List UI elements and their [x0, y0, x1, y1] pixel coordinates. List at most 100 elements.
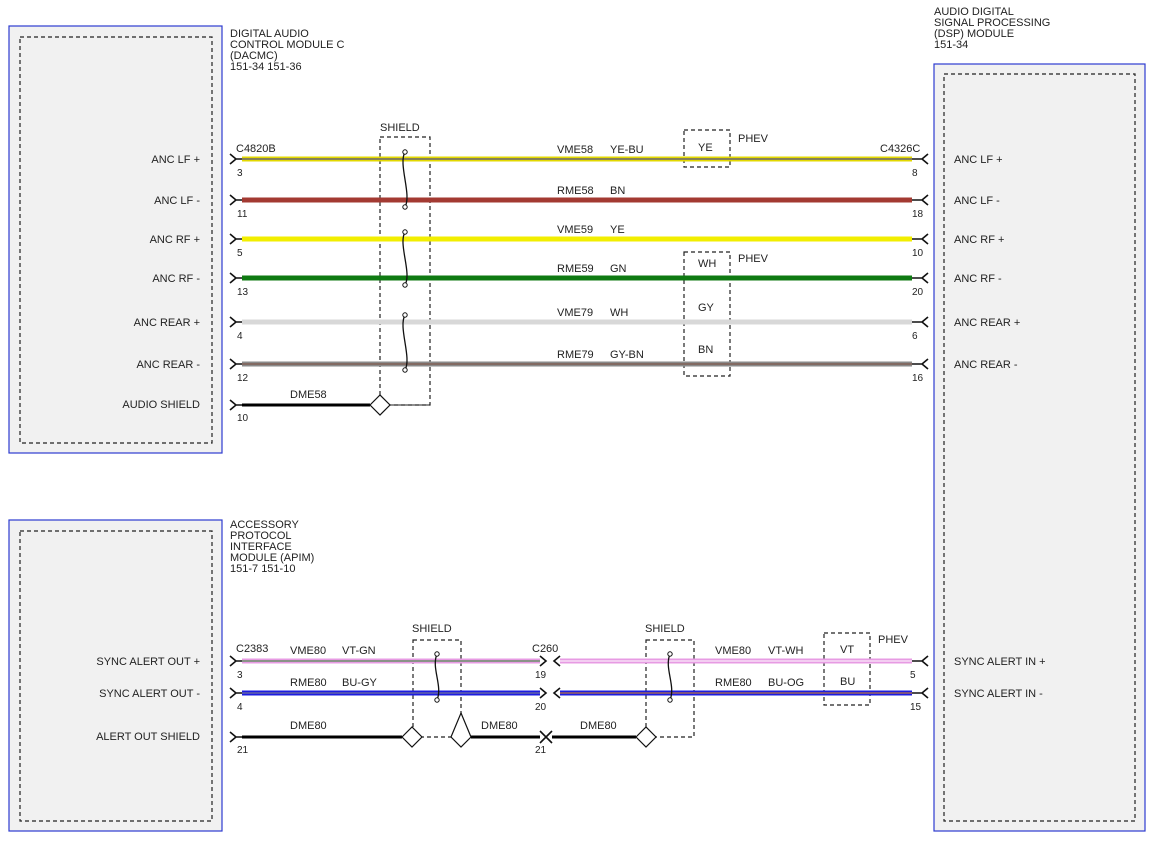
sync-wire-row: SYNC ALERT OUT - RME80 BU-GY RME80 BU-OG 4 20 1…	[99, 676, 1043, 713]
left-pin-label: SYNC ALERT OUT +	[96, 656, 200, 668]
alert-shield-diamond-1	[401, 726, 423, 748]
right-connector-arrow	[912, 316, 929, 328]
right-pin-number: 15	[910, 702, 922, 713]
wiring-diagram: DIGITAL AUDIO CONTROL MODULE C (DACMC) 1…	[8, 6, 1146, 832]
audio-shield-label: AUDIO SHIELD	[122, 399, 200, 411]
left-pin-number: 12	[237, 373, 249, 384]
left-connector-arrow	[229, 316, 242, 328]
phev-alt-color: BN	[698, 344, 713, 356]
circuit-label: RME59	[557, 263, 594, 275]
apim-title: ACCESSORY PROTOCOL INTERFACE MODULE (API…	[230, 519, 317, 575]
left-pin-label: ANC RF +	[150, 234, 200, 246]
mid-connector-arrow	[552, 655, 561, 667]
color-code-label: WH	[610, 307, 628, 319]
left-pin-label: ANC LF -	[154, 195, 200, 207]
shield-twist-end	[667, 651, 673, 657]
phev-box-2	[683, 251, 731, 377]
wire-row: ANC LF - RME58 BN 11 18 ANC LF -	[154, 185, 1000, 220]
circuit-right-label: VME80	[715, 645, 751, 657]
connector-c4820b: C4820B	[236, 143, 276, 155]
mid-connector-arrow	[539, 655, 548, 667]
alert-shield-pin-left: 21	[237, 745, 249, 756]
color-code-label: GY-BN	[610, 349, 644, 361]
wire-row: ANC REAR - RME79 GY-BN 12 16 ANC REAR - BN	[136, 344, 1017, 384]
code-left-label: BU-GY	[342, 677, 378, 689]
bottom-shield-label-2: SHIELD	[645, 623, 685, 635]
left-connector-arrow	[229, 194, 242, 206]
left-pin-label: SYNC ALERT OUT -	[99, 688, 200, 700]
circuit-label: VME79	[557, 307, 593, 319]
right-pin-number: 8	[912, 168, 918, 179]
right-pin-number: 16	[912, 373, 924, 384]
mid-pin-number: 19	[535, 670, 547, 681]
left-pin-number: 13	[237, 287, 249, 298]
phev-alt-color: WH	[698, 258, 716, 270]
circuit-label: VME58	[557, 144, 593, 156]
alert-shield-diamond-2	[635, 726, 657, 748]
bottom-shield-label-1: SHIELD	[412, 623, 452, 635]
left-pin-number: 4	[237, 331, 243, 342]
right-connector-arrow	[912, 272, 929, 284]
phev-alt-color: VT	[840, 644, 854, 656]
audio-shield-arrow	[229, 399, 242, 411]
right-connector-arrow	[912, 153, 929, 165]
circuit-left-label: VME80	[290, 645, 326, 657]
audio-shield-circuit: DME58	[290, 389, 327, 401]
alert-shield-pin-mid: 21	[535, 745, 547, 756]
right-pin-number: 5	[910, 670, 916, 681]
mid-connector-arrow	[552, 687, 561, 699]
code-right-label: BU-OG	[768, 677, 804, 689]
code-left-label: VT-GN	[342, 645, 376, 657]
mid-pin-number: 20	[535, 702, 547, 713]
wire-row: ANC RF + VME59 YE 5 10 ANC RF +	[150, 224, 1005, 259]
left-connector-arrow	[229, 153, 242, 165]
alert-shield-circuit-2: DME80	[481, 720, 518, 732]
left-pin-number: 3	[237, 670, 243, 681]
wire-row: ANC RF - RME59 GN 13 20 ANC RF - WH	[152, 258, 1002, 298]
right-pin-label: ANC REAR -	[954, 359, 1018, 371]
left-pin-number: 11	[237, 209, 248, 220]
apim-module-box	[8, 519, 223, 832]
phev-alt-color: BU	[840, 676, 855, 688]
left-pin-label: ANC LF +	[151, 154, 200, 166]
left-pin-number: 3	[237, 168, 243, 179]
right-pin-label: ANC LF -	[954, 195, 1000, 207]
color-code-label: GN	[610, 263, 627, 275]
circuit-label: VME59	[557, 224, 593, 236]
right-pin-label: ANC RF +	[954, 234, 1004, 246]
alert-shield-splice	[450, 711, 472, 748]
shield-twist-end	[402, 204, 408, 210]
connector-c260: C260	[532, 643, 558, 655]
left-pin-label: ANC RF -	[152, 273, 200, 285]
right-pin-number: 18	[912, 209, 924, 220]
shield-twist-end	[667, 697, 673, 703]
left-pin-number: 5	[237, 248, 243, 259]
phev-alt-color: GY	[698, 302, 715, 314]
shield-twist-end	[434, 651, 440, 657]
right-connector-arrow	[912, 687, 929, 699]
code-right-label: VT-WH	[768, 645, 803, 657]
left-connector-arrow	[229, 233, 242, 245]
dsp-title: AUDIO DIGITAL SIGNAL PROCESSING (DSP) MO…	[934, 6, 1053, 51]
left-connector-arrow	[229, 655, 242, 667]
alert-shield-circuit-1: DME80	[290, 720, 327, 732]
top-shield-label: SHIELD	[380, 122, 420, 134]
mid-connector-arrow	[539, 687, 548, 699]
audio-shield-pin: 10	[237, 413, 249, 424]
right-connector-arrow	[912, 233, 929, 245]
shield-twist-end	[402, 367, 408, 373]
left-connector-arrow	[229, 687, 242, 699]
connector-c2383: C2383	[236, 643, 268, 655]
left-connector-arrow	[229, 272, 242, 284]
left-pin-label: ANC REAR +	[134, 317, 200, 329]
shield-twist-end	[402, 149, 408, 155]
right-pin-label: ANC RF -	[954, 273, 1002, 285]
phev-label-1: PHEV	[738, 133, 769, 145]
shield-twist-end	[402, 312, 408, 318]
left-connector-arrow	[229, 358, 242, 370]
right-pin-number: 20	[912, 287, 924, 298]
phev-label-3: PHEV	[878, 634, 909, 646]
right-connector-arrow	[912, 194, 929, 206]
circuit-right-label: RME80	[715, 677, 752, 689]
shield-twist-end	[434, 697, 440, 703]
